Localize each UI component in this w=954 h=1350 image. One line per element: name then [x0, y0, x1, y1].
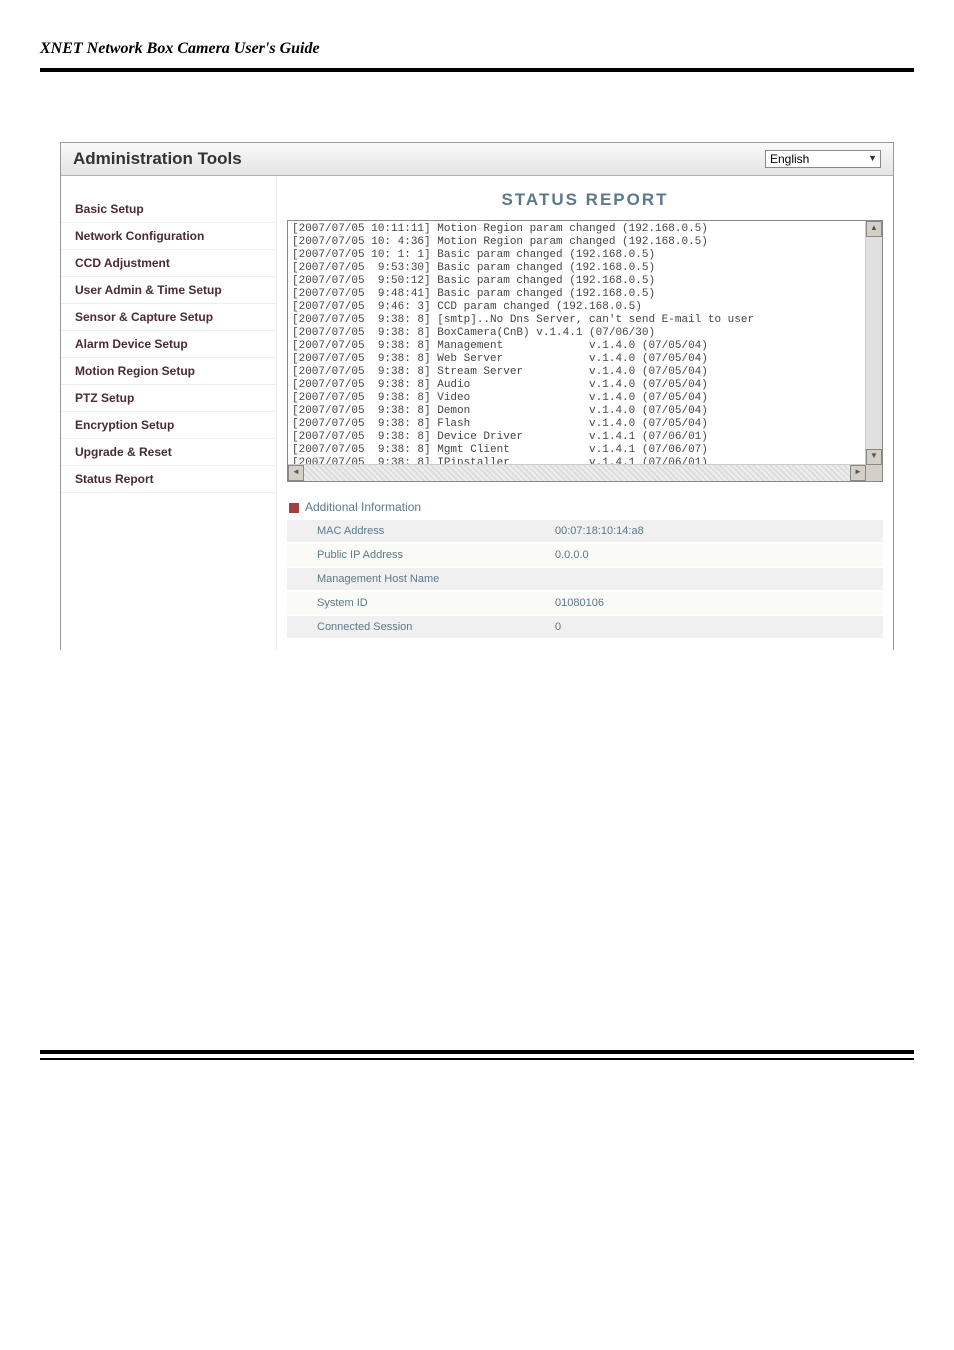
info-value: 0.0.0.0	[525, 543, 883, 567]
app-frame: Administration Tools English Basic Setup…	[60, 142, 894, 650]
document-title: XNET Network Box Camera User's Guide	[0, 0, 954, 68]
sidebar-item-sensor-capture[interactable]: Sensor & Capture Setup	[61, 304, 276, 331]
content-area: STATUS REPORT [2007/07/05 10:11:11] Moti…	[277, 176, 893, 650]
additional-info-table: MAC Address 00:07:18:10:14:a8 Public IP …	[287, 520, 883, 640]
table-row: Management Host Name	[287, 567, 883, 591]
scroll-up-icon[interactable]: ▲	[866, 221, 882, 237]
title-bar: Administration Tools English	[61, 143, 893, 176]
table-row: System ID 01080106	[287, 591, 883, 615]
table-row: MAC Address 00:07:18:10:14:a8	[287, 520, 883, 543]
sidebar-item-encryption[interactable]: Encryption Setup	[61, 412, 276, 439]
info-value: 0	[525, 615, 883, 639]
header-rule	[40, 68, 914, 72]
page-heading: STATUS REPORT	[287, 190, 883, 210]
sidebar: Basic Setup Network Configuration CCD Ad…	[61, 176, 277, 650]
status-log-box: [2007/07/05 10:11:11] Motion Region para…	[287, 220, 883, 482]
scroll-down-icon[interactable]: ▼	[866, 449, 882, 465]
vertical-scrollbar[interactable]: ▲ ▼	[865, 221, 882, 465]
sidebar-item-user-admin-time[interactable]: User Admin & Time Setup	[61, 277, 276, 304]
sidebar-item-alarm-device[interactable]: Alarm Device Setup	[61, 331, 276, 358]
table-row: Public IP Address 0.0.0.0	[287, 543, 883, 567]
table-row: Connected Session 0	[287, 615, 883, 639]
sidebar-item-ccd-adjustment[interactable]: CCD Adjustment	[61, 250, 276, 277]
sidebar-item-upgrade-reset[interactable]: Upgrade & Reset	[61, 439, 276, 466]
scroll-right-icon[interactable]: ►	[850, 465, 866, 481]
info-value: 01080106	[525, 591, 883, 615]
info-label: Connected Session	[287, 615, 525, 639]
info-label: Public IP Address	[287, 543, 525, 567]
language-select[interactable]: English	[765, 150, 881, 168]
horizontal-scrollbar[interactable]: ◄ ►	[288, 464, 866, 481]
footer-rules	[40, 1050, 914, 1060]
app-title: Administration Tools	[73, 149, 242, 169]
sidebar-item-basic-setup[interactable]: Basic Setup	[61, 196, 276, 223]
sidebar-item-motion-region[interactable]: Motion Region Setup	[61, 358, 276, 385]
additional-info-title: Additional Information	[289, 500, 883, 514]
info-label: Management Host Name	[287, 567, 525, 591]
info-value	[525, 567, 883, 591]
status-log-text: [2007/07/05 10:11:11] Motion Region para…	[288, 221, 882, 485]
sidebar-item-status-report[interactable]: Status Report	[61, 466, 276, 493]
info-label: System ID	[287, 591, 525, 615]
sidebar-item-network-configuration[interactable]: Network Configuration	[61, 223, 276, 250]
scroll-corner	[866, 465, 882, 481]
sidebar-item-ptz-setup[interactable]: PTZ Setup	[61, 385, 276, 412]
scroll-track[interactable]	[304, 465, 850, 481]
info-value: 00:07:18:10:14:a8	[525, 520, 883, 543]
info-label: MAC Address	[287, 520, 525, 543]
scroll-left-icon[interactable]: ◄	[288, 465, 304, 481]
